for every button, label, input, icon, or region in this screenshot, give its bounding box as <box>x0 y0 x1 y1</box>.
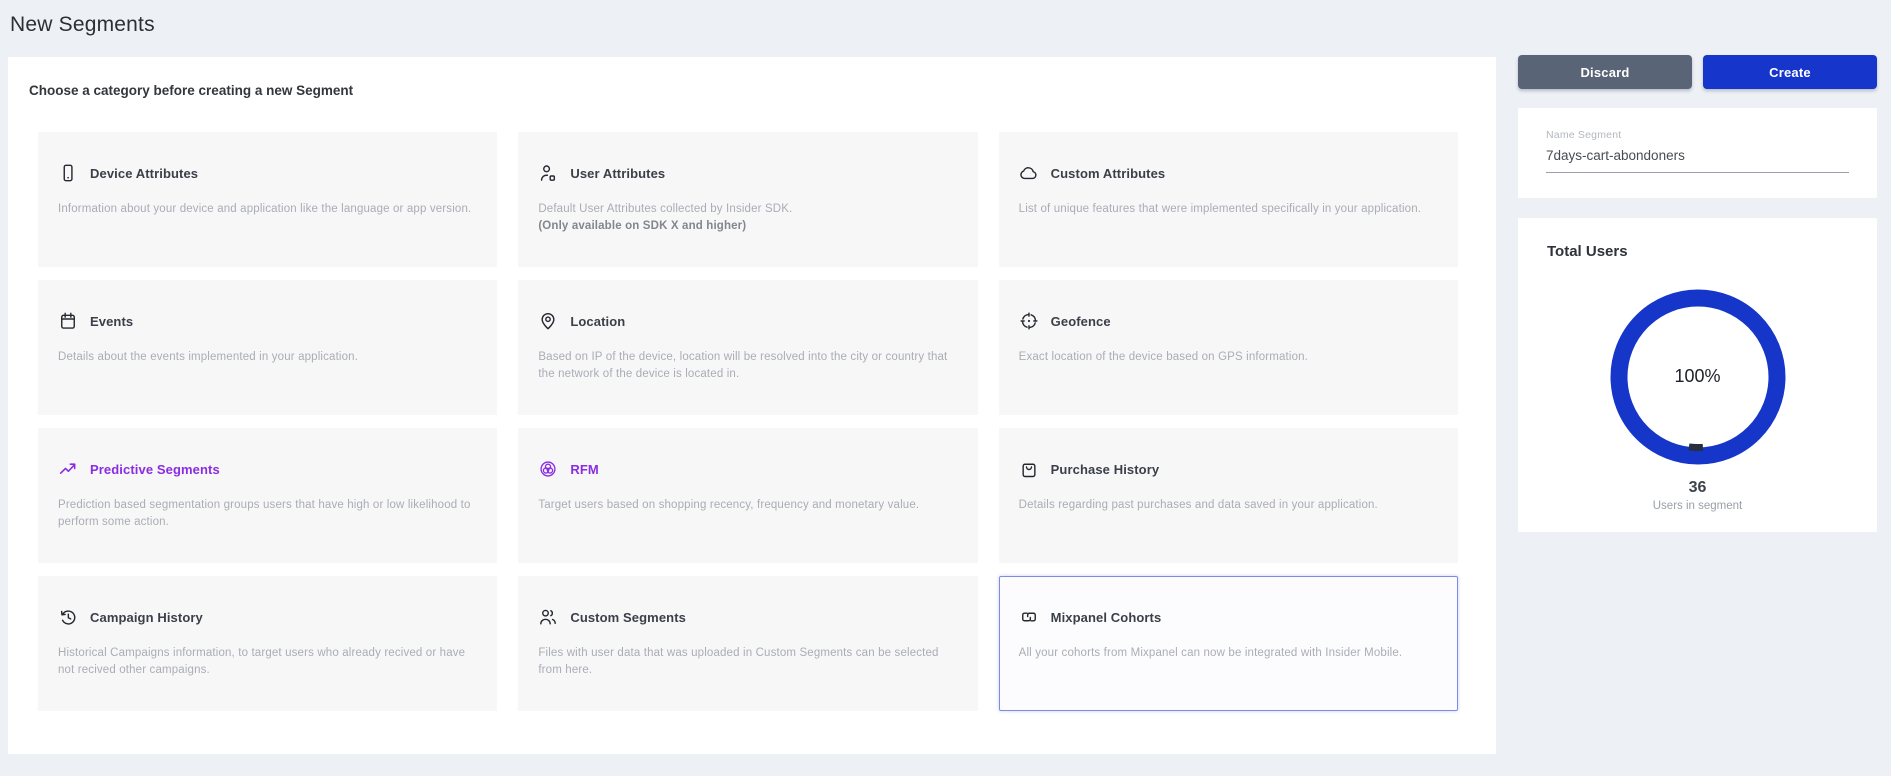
name-segment-input[interactable] <box>1546 146 1849 173</box>
name-segment-label: Name Segment <box>1546 129 1849 141</box>
category-card-description: Information about your device and applic… <box>58 201 482 218</box>
name-segment-card: Name Segment <box>1518 108 1877 198</box>
history-icon <box>58 607 78 627</box>
calendar-icon <box>58 311 78 331</box>
category-card-title: Geofence <box>1051 314 1111 329</box>
total-users-title: Total Users <box>1518 218 1877 260</box>
shopping-bag-icon <box>1019 459 1039 479</box>
user-icon <box>538 163 558 183</box>
category-card-title: Purchase History <box>1051 462 1160 477</box>
panel-heading: Choose a category before creating a new … <box>29 83 353 98</box>
users-caption: Users in segment <box>1518 500 1877 512</box>
segment-category-panel: Choose a category before creating a new … <box>8 57 1496 754</box>
category-card-title: Mixpanel Cohorts <box>1051 610 1162 625</box>
category-card-mixpanel-cohorts[interactable]: Mixpanel Cohorts All your cohorts from M… <box>999 576 1458 711</box>
category-card-title: Campaign History <box>90 610 203 625</box>
page-title: New Segments <box>10 13 155 37</box>
category-card-description: Historical Campaigns information, to tar… <box>58 645 482 678</box>
category-card-title: Location <box>570 314 625 329</box>
category-card-description: Based on IP of the device, location will… <box>538 349 962 382</box>
cloud-icon <box>1019 163 1039 183</box>
create-button[interactable]: Create <box>1703 55 1877 89</box>
category-card-location[interactable]: Location Based on IP of the device, loca… <box>518 280 977 415</box>
category-card-description: Prediction based segmentation groups use… <box>58 497 482 530</box>
category-card-events[interactable]: Events Details about the events implemen… <box>38 280 497 415</box>
category-card-description: Default User Attributes collected by Ins… <box>538 201 962 234</box>
category-card-description: Details regarding past purchases and dat… <box>1019 497 1443 514</box>
discard-button[interactable]: Discard <box>1518 55 1692 89</box>
category-card-predictive-segments[interactable]: Predictive Segments Prediction based seg… <box>38 428 497 563</box>
category-card-title: Device Attributes <box>90 166 198 181</box>
category-card-rfm[interactable]: RFM Target users based on shopping recen… <box>518 428 977 563</box>
category-card-description: All your cohorts from Mixpanel can now b… <box>1019 645 1443 662</box>
category-card-description: Exact location of the device based on GP… <box>1019 349 1443 366</box>
segment-sidebar: Discard Create Name Segment Total Users … <box>1518 55 1877 532</box>
category-card-description: List of unique features that were implem… <box>1019 201 1443 218</box>
category-card-user-attributes[interactable]: User Attributes Default User Attributes … <box>518 132 977 267</box>
target-icon <box>1019 311 1039 331</box>
category-card-title: Events <box>90 314 133 329</box>
category-card-title: RFM <box>570 462 598 477</box>
category-cards-grid: Device Attributes Information about your… <box>38 132 1458 711</box>
link-icon <box>1019 607 1039 627</box>
category-card-geofence[interactable]: Geofence Exact location of the device ba… <box>999 280 1458 415</box>
total-users-card: Total Users 100% 36 Users in segment <box>1518 218 1877 532</box>
category-card-title: Custom Attributes <box>1051 166 1166 181</box>
category-card-description: Files with user data that was uploaded i… <box>538 645 962 678</box>
category-card-custom-segments[interactable]: Custom Segments Files with user data tha… <box>518 576 977 711</box>
map-pin-icon <box>538 311 558 331</box>
category-card-description: Target users based on shopping recency, … <box>538 497 962 514</box>
category-card-title: User Attributes <box>570 166 665 181</box>
users-count: 36 <box>1518 479 1877 497</box>
category-card-campaign-history[interactable]: Campaign History Historical Campaigns in… <box>38 576 497 711</box>
total-users-donut: 100% <box>1603 282 1793 472</box>
category-card-title: Custom Segments <box>570 610 686 625</box>
device-icon <box>58 163 78 183</box>
users-icon <box>538 607 558 627</box>
donut-percent-label: 100% <box>1603 366 1793 387</box>
category-card-purchase-history[interactable]: Purchase History Details regarding past … <box>999 428 1458 563</box>
trending-up-icon <box>58 459 78 479</box>
category-card-description: Details about the events implemented in … <box>58 349 482 366</box>
category-card-device-attributes[interactable]: Device Attributes Information about your… <box>38 132 497 267</box>
category-card-title: Predictive Segments <box>90 462 220 477</box>
venn-icon <box>538 459 558 479</box>
category-card-custom-attributes[interactable]: Custom Attributes List of unique feature… <box>999 132 1458 267</box>
action-buttons: Discard Create <box>1518 55 1877 89</box>
